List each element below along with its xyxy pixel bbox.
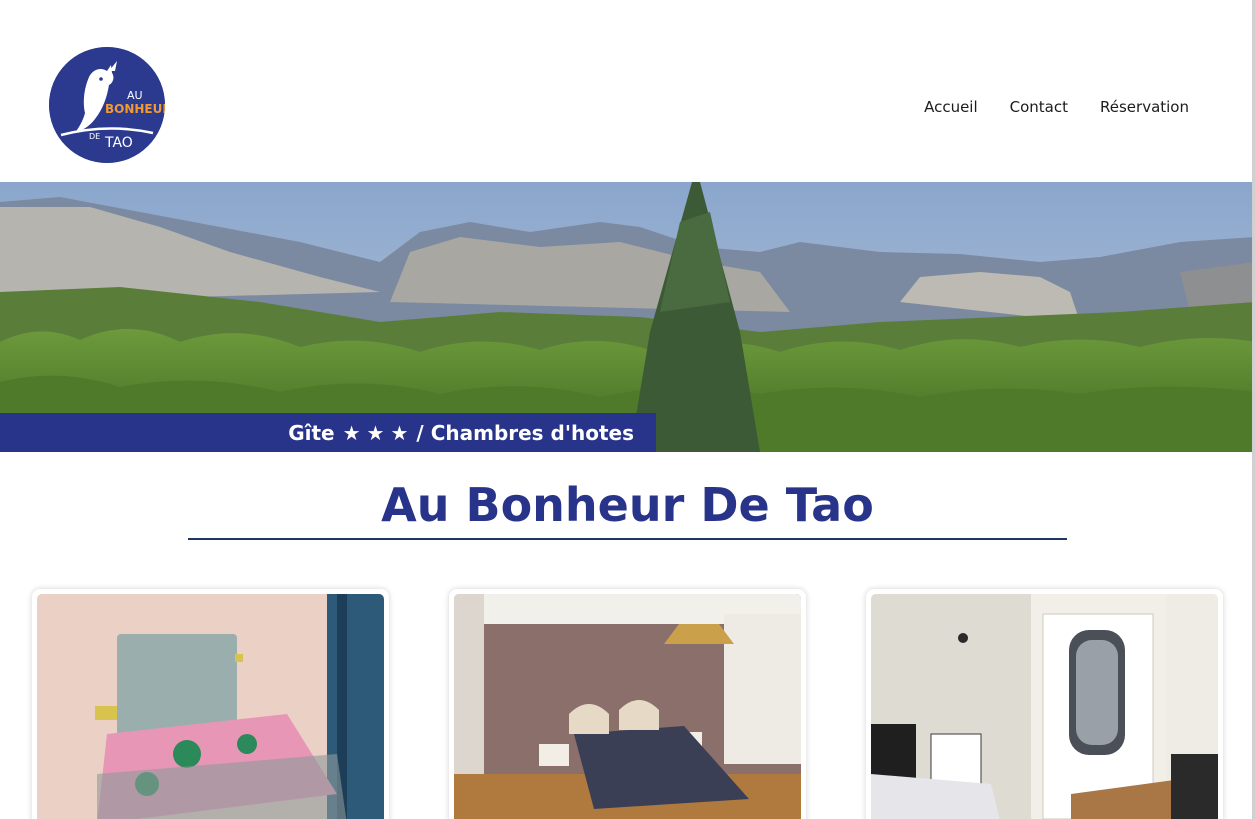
hero-banner-image: Gîte ★★★ / Chambres d'hotes (0, 182, 1255, 452)
logo-text-au: AU (127, 89, 143, 102)
cockatoo-logo-icon: AU BONHEUR DE TAO (49, 47, 165, 163)
title-divider (188, 538, 1067, 540)
tagline-chambres: / Chambres d'hotes (416, 420, 634, 445)
room-photo-1[interactable] (37, 594, 384, 819)
nav-link-contact[interactable]: Contact (1010, 98, 1068, 116)
mountain-landscape-photo (0, 182, 1255, 452)
logo-text-tao: TAO (104, 135, 133, 151)
site-logo[interactable]: AU BONHEUR DE TAO (49, 47, 165, 163)
bedroom-photo-icon (37, 594, 384, 819)
room-photo-3[interactable] (871, 594, 1218, 819)
nav-link-reservation[interactable]: Réservation (1100, 98, 1189, 116)
tagline-gite: Gîte (288, 420, 335, 445)
logo-text-bonheur: BONHEUR (105, 102, 165, 116)
rating-stars-icon: ★★★ (342, 420, 415, 445)
bedroom-photo-icon (871, 594, 1218, 819)
nav-link-accueil[interactable]: Accueil (924, 98, 978, 116)
main-nav: Accueil Contact Réservation (924, 98, 1189, 116)
logo-text-de: DE (89, 132, 100, 141)
page-title: Au Bonheur De Tao (381, 478, 874, 532)
room-card[interactable] (32, 589, 389, 819)
site-header: AU BONHEUR DE TAO Accueil Contact Réserv… (0, 0, 1255, 182)
bedroom-photo-icon (454, 594, 801, 819)
hero-tagline-banner: Gîte ★★★ / Chambres d'hotes (0, 413, 656, 452)
room-photo-2[interactable] (454, 594, 801, 819)
room-card[interactable] (449, 589, 806, 819)
room-card[interactable] (866, 589, 1223, 819)
